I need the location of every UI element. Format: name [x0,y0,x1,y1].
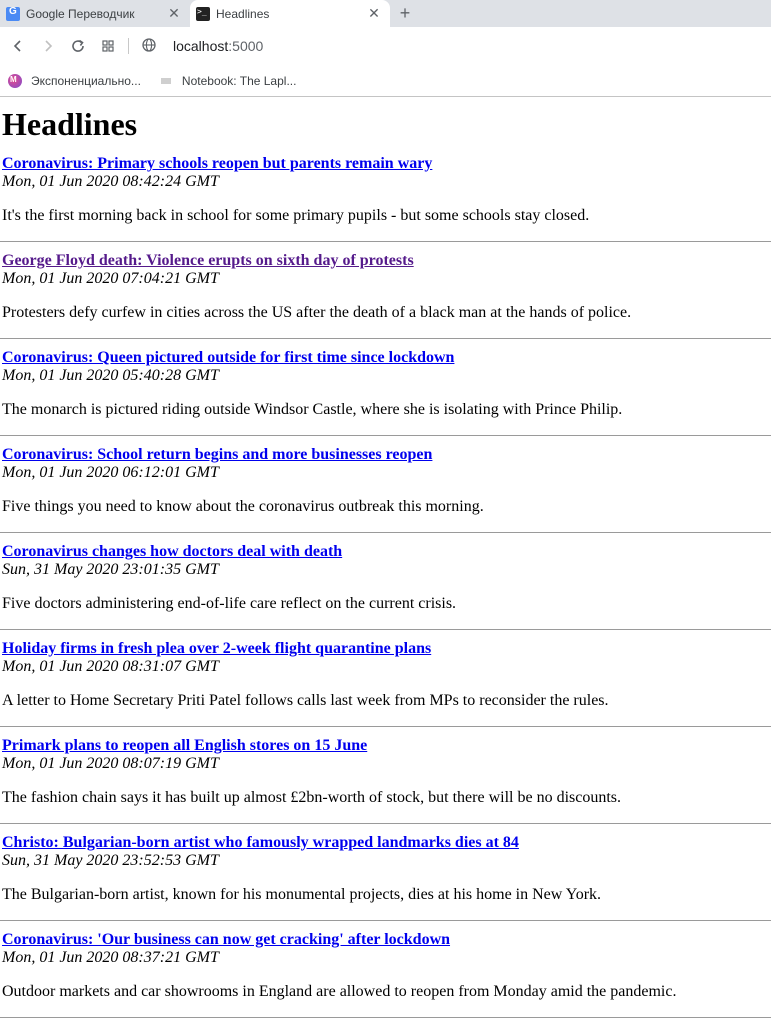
article-title-link[interactable]: Coronavirus changes how doctors deal wit… [2,543,771,561]
globe-icon [141,37,157,56]
article-title-link[interactable]: Holiday firms in fresh plea over 2-week … [2,640,771,658]
grid-icon [102,40,114,52]
article-date: Mon, 01 Jun 2020 06:12:01 GMT [2,464,219,481]
article-item: Coronavirus: 'Our business can now get c… [2,931,771,1001]
article-divider [0,532,771,533]
terminal-icon [196,6,210,21]
article-divider [0,823,771,824]
url-text: localhost:5000 [173,38,263,54]
reload-icon [72,39,84,52]
url-port: :5000 [228,38,264,54]
article-item: Coronavirus: Queen pictured outside for … [2,349,771,419]
tab-title: Google Переводчик [26,6,135,21]
article-divider [0,629,771,630]
close-icon[interactable]: ✕ [166,5,182,22]
article-divider [0,338,771,339]
bookmark-site-icon [8,73,22,88]
article-item: Primark plans to reopen all English stor… [2,737,771,807]
apps-button[interactable] [96,34,120,58]
article-item: Holiday firms in fresh plea over 2-week … [2,640,771,710]
page-title: Headlines [2,106,138,142]
article-title-link[interactable]: Coronavirus: School return begins and mo… [2,446,771,464]
arrow-left-icon [13,40,21,52]
article-summary: Protesters defy curfew in cities across … [2,304,632,321]
article-item: Coronavirus: School return begins and mo… [2,446,771,516]
article-item: Coronavirus: Primary schools reopen but … [2,155,771,225]
browser-toolbar: localhost:5000 [0,27,771,65]
forward-button[interactable] [36,34,60,58]
article-title-link[interactable]: George Floyd death: Violence erupts on s… [2,252,771,270]
reload-button[interactable] [66,34,90,58]
arrow-right-icon [45,40,53,52]
close-icon[interactable]: ✕ [366,5,382,22]
article-date: Sun, 31 May 2020 23:01:35 GMT [2,561,219,578]
toolbar-divider [128,38,129,54]
article-date: Mon, 01 Jun 2020 08:07:19 GMT [2,755,219,772]
tab-google-translate[interactable]: Google Переводчик ✕ [0,0,190,27]
article-summary: The fashion chain says it has built up a… [2,789,622,806]
article-summary: Five doctors administering end-of-life c… [2,595,457,612]
google-translate-icon [6,6,20,21]
bookmark-item[interactable]: Notebook: The Lapl... [160,73,297,88]
article-summary: A letter to Home Secretary Priti Patel f… [2,692,609,709]
article-title-link[interactable]: Christo: Bulgarian-born artist who famou… [2,834,771,852]
article-summary: The Bulgarian-born artist, known for his… [2,886,602,903]
article-item: George Floyd death: Violence erupts on s… [2,252,771,322]
article-summary: The monarch is pictured riding outside W… [2,401,623,418]
bookmark-label: Экспоненциально... [31,73,141,88]
article-date: Mon, 01 Jun 2020 05:40:28 GMT [2,367,219,384]
tab-strip: Google Переводчик ✕ Headlines ✕ + [0,0,771,27]
article-title-link[interactable]: Coronavirus: 'Our business can now get c… [2,931,771,949]
new-tab-button[interactable]: + [394,2,416,24]
article-divider [0,726,771,727]
article-title-link[interactable]: Primark plans to reopen all English stor… [2,737,771,755]
article-summary: Outdoor markets and car showrooms in Eng… [2,983,677,1000]
article-title-link[interactable]: Coronavirus: Primary schools reopen but … [2,155,771,173]
article-item: Coronavirus changes how doctors deal wit… [2,543,771,613]
article-item: Christo: Bulgarian-born artist who famou… [2,834,771,904]
article-summary: It's the first morning back in school fo… [2,207,590,224]
article-date: Mon, 01 Jun 2020 08:31:07 GMT [2,658,219,675]
bookmark-site-icon [160,77,171,84]
article-divider [0,1017,771,1018]
article-summary: Five things you need to know about the c… [2,498,484,515]
article-date: Mon, 01 Jun 2020 07:04:21 GMT [2,270,219,287]
back-button[interactable] [6,34,30,58]
article-divider [0,241,771,242]
article-title-link[interactable]: Coronavirus: Queen pictured outside for … [2,349,771,367]
bookmark-item[interactable]: Экспоненциально... [8,73,141,88]
bookmark-label: Notebook: The Lapl... [181,73,297,88]
article-divider [0,920,771,921]
tab-title: Headlines [216,6,270,21]
address-bar[interactable]: localhost:5000 [141,37,263,56]
article-date: Sun, 31 May 2020 23:52:53 GMT [2,852,219,869]
tab-headlines[interactable]: Headlines ✕ [190,0,390,27]
page-content: Headlines Coronavirus: Primary schools r… [0,106,771,1018]
article-date: Mon, 01 Jun 2020 08:37:21 GMT [2,949,219,966]
article-date: Mon, 01 Jun 2020 08:42:24 GMT [2,173,219,190]
url-host: localhost [173,38,229,54]
bookmarks-bar: Экспоненциально... Notebook: The Lapl... [0,65,771,97]
article-divider [0,435,771,436]
